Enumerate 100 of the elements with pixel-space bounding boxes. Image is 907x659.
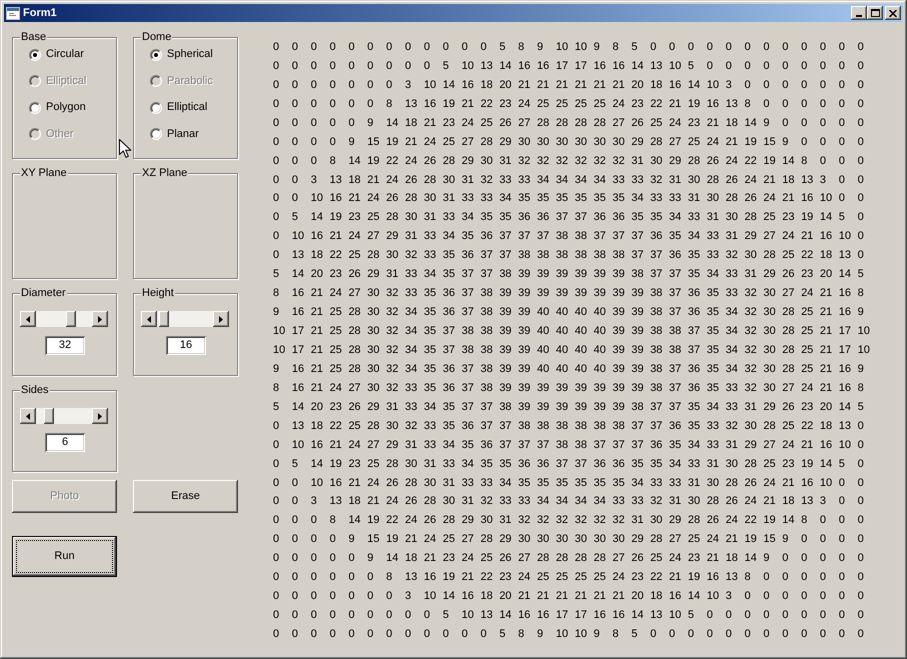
grid-number: 16 [706,98,720,110]
grid-number: 37 [669,287,682,300]
value-field[interactable]: 6 [45,433,85,452]
grid-number: 37 [574,458,587,470]
grid-number: 16 [462,78,474,91]
radio-option[interactable]: Spherical [150,48,213,61]
grid-number: 24 [612,98,625,110]
grid-number: 27 [763,438,776,451]
grid-number: 10 [273,325,286,338]
grid-number: 21 [330,438,342,451]
grid-number: 30 [442,174,455,186]
grid-number: 32 [744,362,757,375]
grid-number: 34 [726,362,738,375]
grid-number: 33 [405,382,418,394]
grid-number: 8 [801,154,808,167]
grid-number: 16 [594,609,606,622]
grid-number: 13 [801,495,814,508]
grid-number: 25 [480,116,493,129]
grid-number: 26 [726,174,738,186]
grid-number: 0 [763,590,770,602]
grid-number: 36 [688,287,700,300]
grid-number: 23 [631,98,644,110]
scroll-thumb[interactable] [44,408,54,424]
grid-number: 35 [688,420,700,432]
run-button[interactable]: Run [12,536,117,577]
scroll-right-button[interactable] [213,311,229,327]
grid-number: 38 [556,230,568,242]
value-field[interactable]: 16 [166,336,206,355]
grid-number: 0 [763,98,770,110]
grid-number: 39 [574,268,587,280]
grid-number: 0 [386,40,392,53]
grid-number: 14 [631,60,644,72]
scroll-right-button[interactable] [92,408,108,424]
grid-number: 36 [594,458,606,470]
grid-number: 26 [405,495,418,508]
grid-number: 0 [801,590,808,602]
grid-number: 19 [330,211,342,224]
grid-number: 18 [726,116,738,129]
grid-number: 40 [594,362,606,375]
scroll-right-button[interactable] [92,311,108,327]
grid-number: 34 [537,174,550,186]
grid-number: 34 [405,306,418,318]
grid-number: 26 [424,514,436,526]
grid-number: 33 [650,476,662,489]
grid-number: 27 [462,533,474,546]
grid-number: 0 [273,552,280,564]
grid-number: 38 [612,420,625,432]
scroll-left-button[interactable] [141,311,157,327]
grid-number: 39 [518,400,530,413]
radio-option[interactable]: Circular [29,48,84,61]
scroll-left-button[interactable] [20,311,36,327]
grid-number: 37 [556,458,568,470]
grid-number: 0 [706,609,713,622]
grid-number: 0 [330,552,336,564]
grid-number: 37 [537,230,550,242]
grid-number: 28 [348,362,361,375]
grid-number: 0 [838,533,845,546]
grid-number: 32 [744,382,757,394]
grid-number: 38 [650,287,662,300]
scroll-thumb[interactable] [66,311,76,327]
grid-number: 21 [801,230,814,242]
grid-number: 36 [688,382,700,394]
left-arrow-icon [26,412,30,420]
grid-number: 0 [480,628,487,640]
grid-number: 24 [706,136,720,148]
grid-number: 32 [744,306,757,318]
grid-number: 0 [348,571,355,584]
maximize-button[interactable] [867,6,883,20]
grid-number: 40 [574,306,587,318]
grid-number: 20 [631,78,644,91]
radio-option[interactable]: Planar [150,128,199,141]
grid-number: 16 [669,78,682,91]
grid-number: 23 [442,552,455,564]
radio-option[interactable]: Elliptical [150,101,208,114]
grid-number: 0 [348,78,355,91]
grid-number: 16 [838,362,852,375]
grid-number: 5 [292,458,298,470]
grid-number: 18 [726,552,738,564]
grid-number: 8 [386,98,392,110]
grid-number: 26 [782,400,794,413]
grid-number: 39 [631,325,644,338]
value-field[interactable]: 32 [45,336,85,355]
grid-number: 28 [424,495,436,508]
grid-number: 37 [499,249,512,262]
grid-number: 0 [763,60,770,72]
scroll-left-button[interactable] [20,408,36,424]
grid-number: 29 [744,438,757,451]
grid-number: 39 [499,362,512,375]
grid-number: 3 [726,78,732,91]
scroll-thumb[interactable] [158,311,169,327]
grid-number: 14 [386,116,398,129]
close-button[interactable] [885,6,901,20]
grid-number: 23 [348,458,361,470]
grid-number: 3 [310,495,317,508]
minimize-button[interactable] [851,6,867,20]
grid-number: 38 [650,344,662,356]
erase-button[interactable]: Erase [133,480,238,513]
grid-number: 21 [820,344,832,356]
grid-number: 39 [612,362,625,375]
radio-option[interactable]: Polygon [29,101,86,114]
